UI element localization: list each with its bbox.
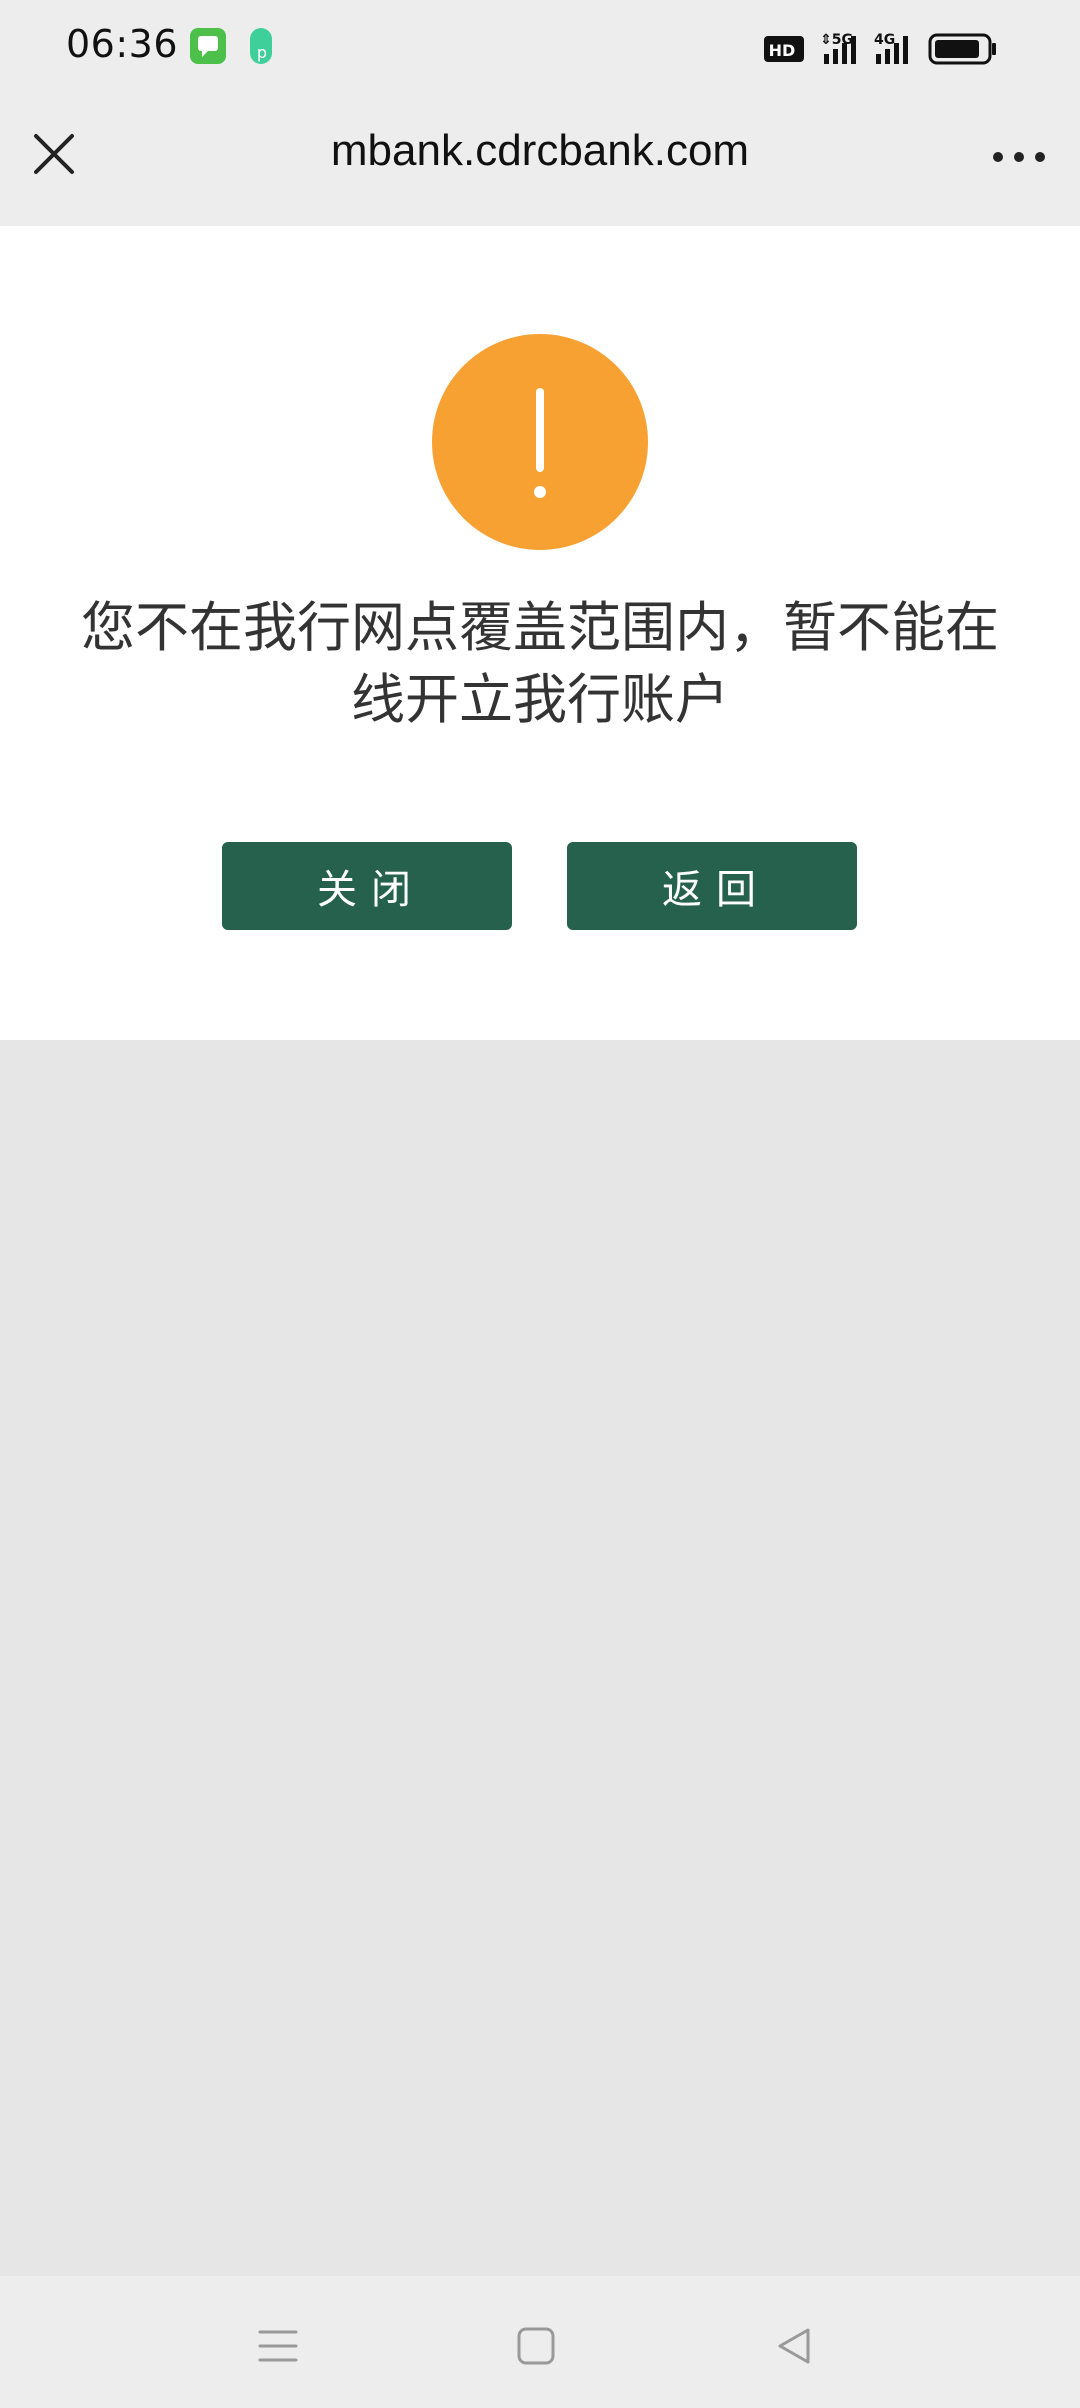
p-app-icon: p [250, 28, 272, 64]
warning-icon [432, 334, 648, 550]
status-bar: 06:36 p HD ⇕5G 4G [0, 0, 1080, 96]
back-icon [778, 2328, 810, 2364]
svg-text:⇕5G: ⇕5G [820, 32, 853, 48]
4g-signal-icon: 4G [874, 32, 908, 64]
back-action-button[interactable]: 返回 [567, 842, 857, 930]
status-icons: HD ⇕5G 4G [764, 32, 996, 65]
status-time: 06:36 [66, 22, 179, 66]
svg-text:4G: 4G [874, 32, 895, 48]
more-icon [993, 152, 1045, 162]
system-navbar [0, 2276, 1080, 2408]
browser-titlebar: mbank.cdrcbank.com [0, 96, 1080, 226]
close-icon [34, 134, 74, 174]
nav-menu-button[interactable] [248, 2316, 308, 2376]
svg-text:p: p [257, 43, 267, 62]
close-button[interactable] [26, 126, 82, 182]
home-icon [517, 2327, 555, 2365]
menu-icon [258, 2330, 298, 2362]
svg-text:HD: HD [769, 41, 796, 60]
nav-home-button[interactable] [506, 2316, 566, 2376]
5g-signal-icon: ⇕5G [820, 32, 856, 64]
page-url-title: mbank.cdrcbank.com [330, 126, 750, 175]
messages-app-icon [190, 28, 226, 64]
alert-card: 您不在我行网点覆盖范围内，暂不能在线开立我行账户 关闭 返回 [0, 226, 1080, 1040]
hd-icon: HD [764, 36, 804, 62]
close-action-button[interactable]: 关闭 [222, 842, 512, 930]
battery-icon [928, 33, 996, 65]
more-button[interactable] [984, 132, 1054, 182]
nav-back-button[interactable] [764, 2316, 824, 2376]
alert-message: 您不在我行网点覆盖范围内，暂不能在线开立我行账户 [81, 596, 999, 731]
